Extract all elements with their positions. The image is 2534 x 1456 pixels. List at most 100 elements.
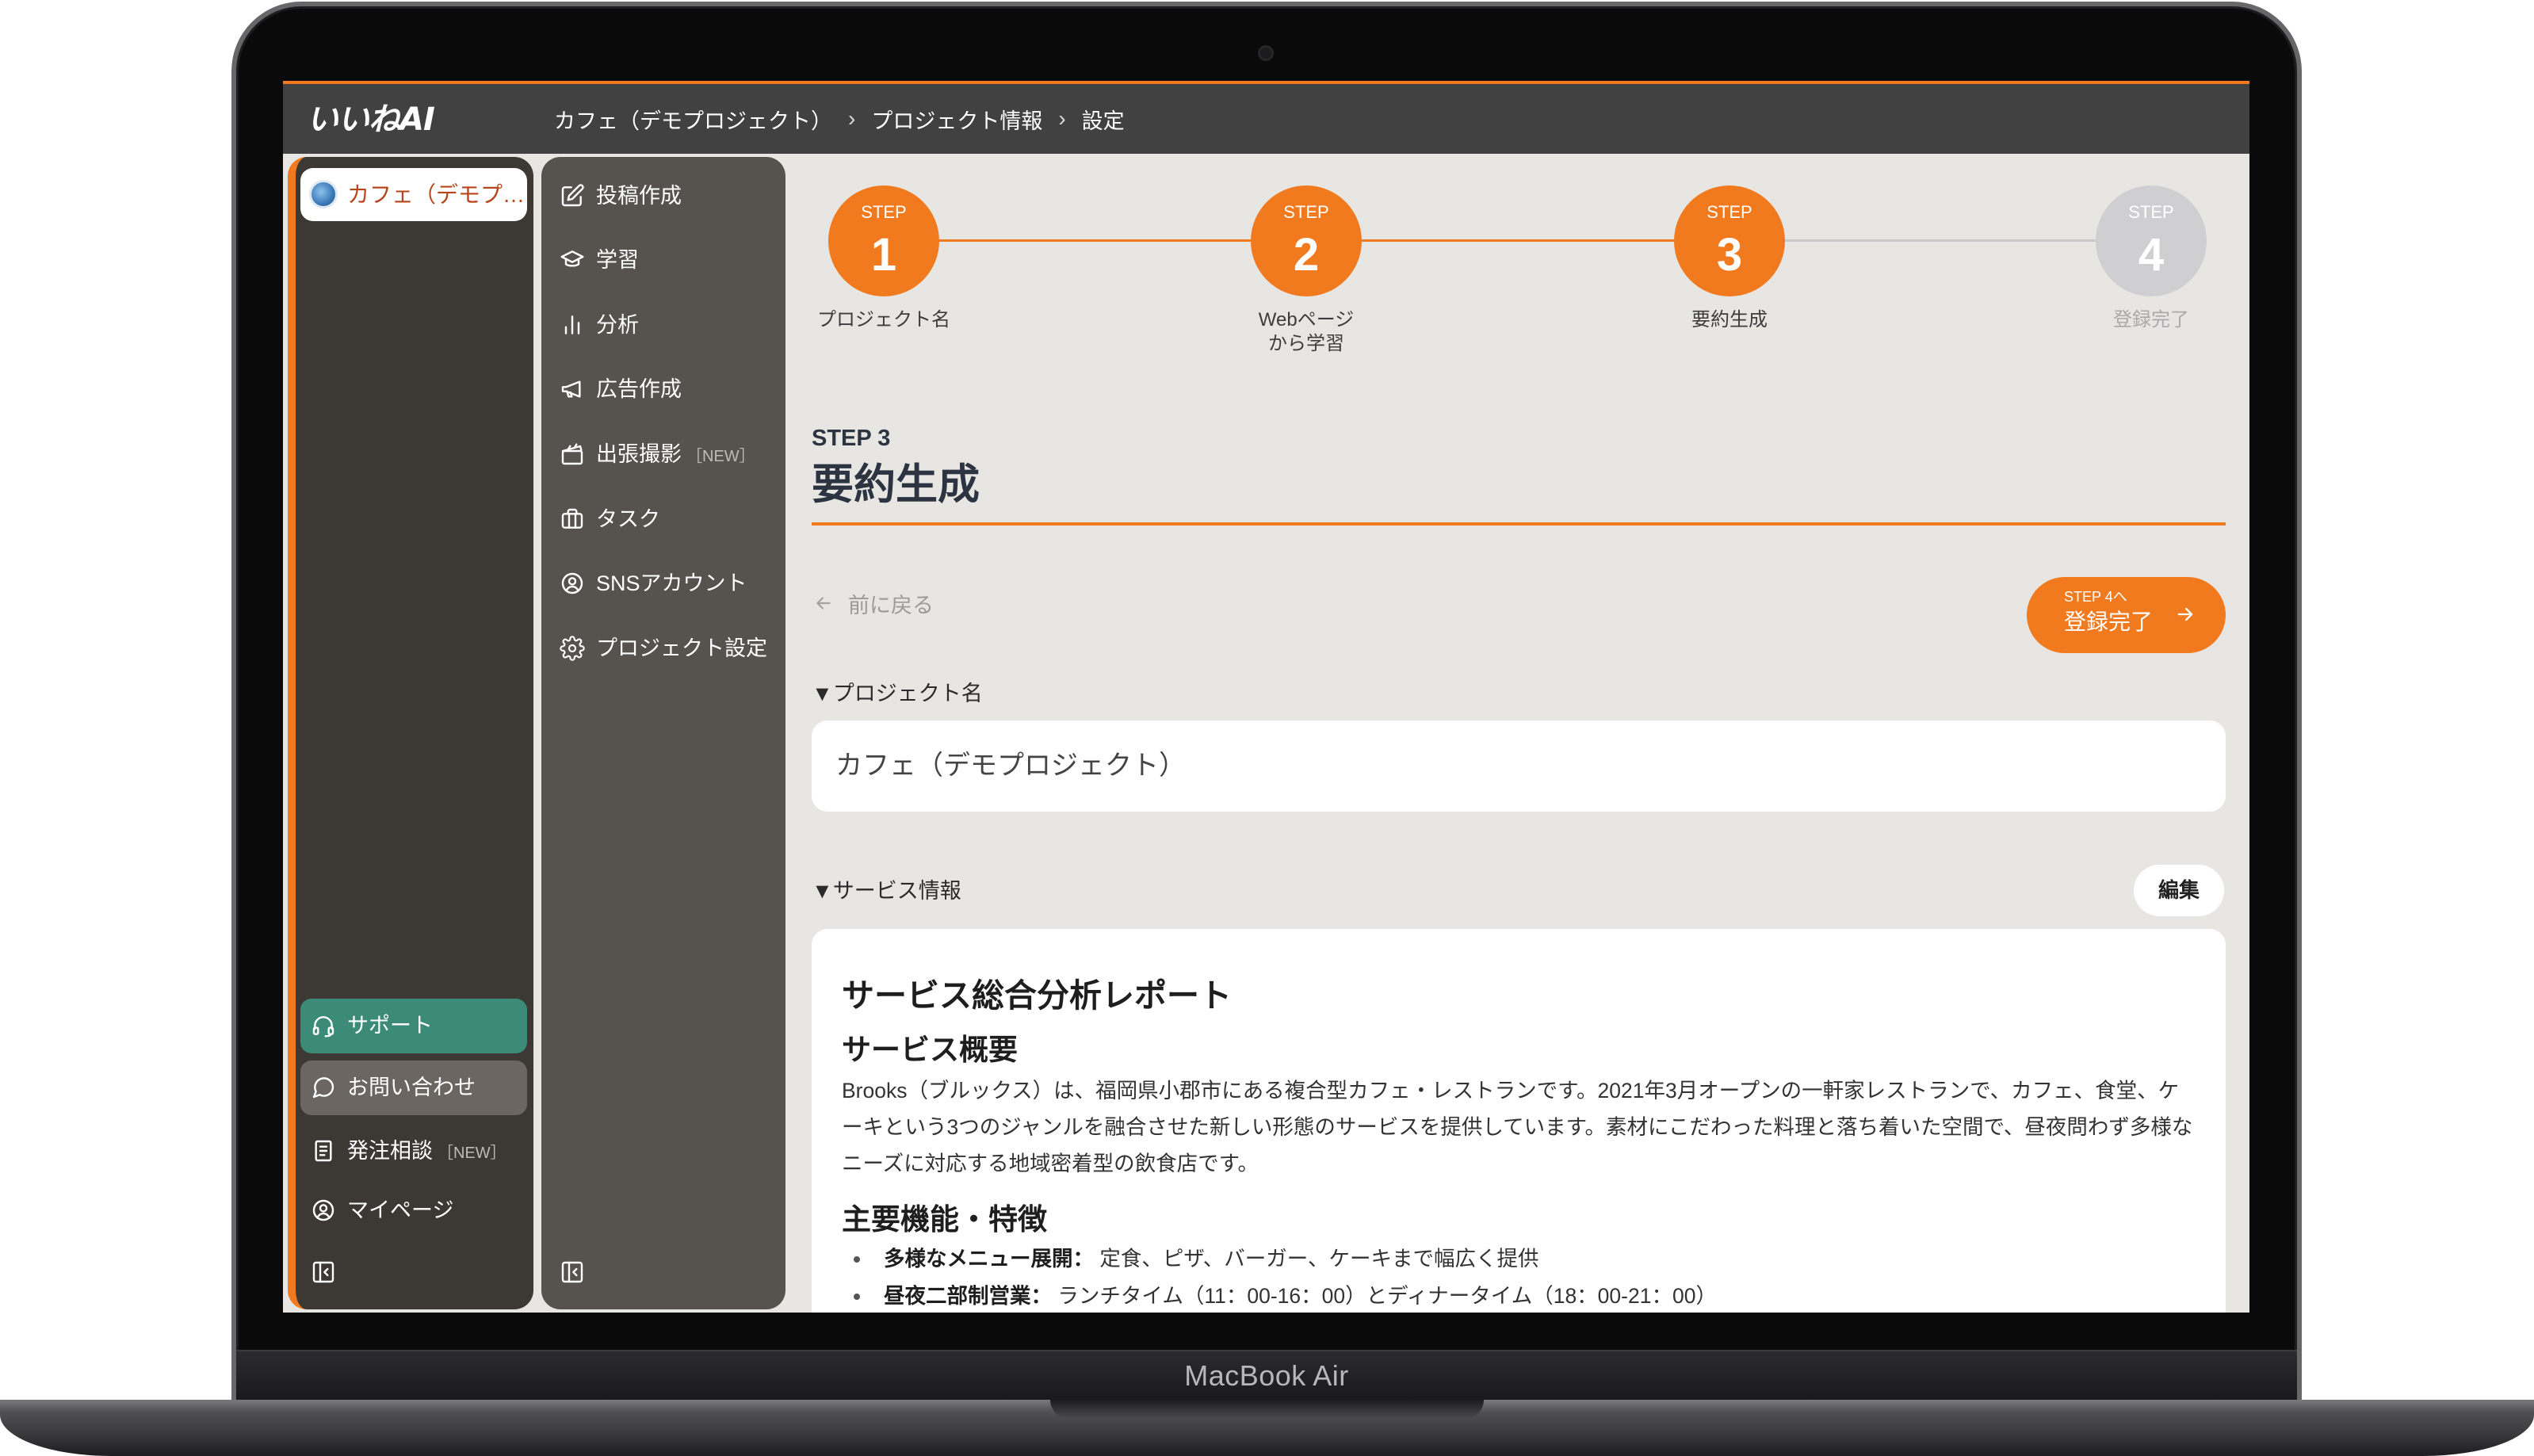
project-avatar <box>309 180 338 208</box>
step-word: STEP <box>2128 202 2174 222</box>
breadcrumb-separator: › <box>1058 106 1066 131</box>
step-caption: STEP 3 <box>812 426 891 451</box>
sidebar-item-learning[interactable]: 学習 <box>541 236 785 284</box>
breadcrumb-project-info[interactable]: プロジェクト情報 <box>871 104 1042 135</box>
megaphone-icon <box>561 380 581 398</box>
back-button-label: 前に戻る <box>848 593 934 617</box>
step-number: 4 <box>2138 229 2165 281</box>
step-connector-upcoming <box>1785 239 2096 242</box>
sidebar-item-inquiry[interactable]: お問い合わせ <box>300 1060 527 1115</box>
step-word: STEP <box>1707 202 1752 222</box>
feature-term: 昼夜二部制営業： <box>884 1284 1052 1308</box>
edit-button[interactable]: 編集 <box>2134 865 2224 916</box>
device-label: MacBook Air <box>1184 1359 1349 1392</box>
chat-bubble-icon <box>312 1077 334 1099</box>
sidebar-item-label: お問い合わせ <box>347 1076 476 1099</box>
breadcrumb-project[interactable]: カフェ（デモプロジェクト） <box>554 104 832 135</box>
arrow-right-icon <box>2177 607 2193 621</box>
sidebar-item-label: 広告作成 <box>596 377 682 401</box>
app-logo[interactable]: いいねAI <box>307 97 435 138</box>
user-circle-icon <box>561 572 583 594</box>
bullet-dot <box>854 1294 860 1300</box>
topbar: いいねAI カフェ（デモプロジェクト） › プロジェクト情報 › 設定 <box>283 84 2249 154</box>
collapse-sidebar-icon[interactable] <box>560 1259 585 1285</box>
bullet-dot <box>854 1256 860 1263</box>
sidebar-item-label: サポート <box>347 1014 433 1038</box>
features-heading: 主要機能・特徴 <box>842 1203 1047 1236</box>
new-badge: ［NEW］ <box>686 448 755 465</box>
overview-heading: サービス概要 <box>842 1034 1018 1066</box>
step-4-label: 登録完了 <box>2113 309 2189 331</box>
sidebar-item-tasks[interactable]: タスク <box>541 495 785 543</box>
sidebar-item-label: プロジェクト設定 <box>596 636 767 660</box>
sidebar-item-label: マイページ <box>347 1198 454 1222</box>
sidebar-item-ad-creation[interactable]: 広告作成 <box>541 365 785 413</box>
briefcase-icon <box>561 508 583 529</box>
service-info-heading[interactable]: ▼サービス情報 <box>812 877 961 904</box>
sidebar-item-label: タスク <box>596 507 660 531</box>
step-2-circle: STEP 2 <box>1251 185 1362 296</box>
feature-term: 多様なメニュー展開： <box>884 1247 1094 1271</box>
sidebar-item-label: 学習 <box>596 248 639 272</box>
collapse-sidebar-icon[interactable] <box>311 1259 336 1285</box>
back-button[interactable]: 前に戻る <box>813 590 934 617</box>
project-name-heading[interactable]: ▼プロジェクト名 <box>812 680 983 707</box>
new-badge: ［NEW］ <box>438 1145 506 1162</box>
sidebar-item-order-consultation[interactable]: 発注相談 ［NEW］ <box>300 1124 527 1179</box>
step-connector-completed <box>939 239 1251 242</box>
service-report-card: サービス総合分析レポート サービス概要 Brooks（ブルックス）は、福岡県小郡… <box>812 929 2226 1313</box>
arrow-left-icon <box>816 597 831 610</box>
title-underline <box>812 522 2226 525</box>
step-number: 2 <box>1293 229 1320 281</box>
breadcrumb-settings: 設定 <box>1081 109 1125 133</box>
step-word: STEP <box>1283 202 1329 222</box>
sidebar-item-label: 分析 <box>596 313 639 337</box>
step-connector-completed <box>1362 239 1674 242</box>
edit-icon <box>561 184 584 207</box>
sidebar-item-create-post[interactable]: 投稿作成 <box>541 172 785 220</box>
gear-icon <box>560 636 585 661</box>
next-step-sublabel: STEP 4へ <box>2064 589 2127 605</box>
app-screen: いいねAI カフェ（デモプロジェクト） › プロジェクト情報 › 設定 カフェ（… <box>283 81 2249 1313</box>
feature-item: 多様なメニュー展開： 定食、ピザ、バーガー、ケーキまで幅広く提供 <box>812 1240 2226 1278</box>
clapperboard-icon <box>561 443 583 465</box>
sidebar-item-photo-shoot[interactable]: 出張撮影 ［NEW］ <box>541 430 785 478</box>
headset-icon <box>312 1016 334 1038</box>
report-title: サービス総合分析レポート <box>842 977 1232 1014</box>
step-number: 1 <box>870 229 897 281</box>
page-title: 要約生成 <box>812 461 980 508</box>
feature-item: 昼夜二部制営業： ランチタイム（11：00-16：00）とディナータイム（18：… <box>812 1278 2226 1313</box>
bar-chart-icon <box>564 315 580 334</box>
sidebar-item-text: 出張撮影 <box>596 442 682 466</box>
next-step-button[interactable]: STEP 4へ 登録完了 <box>2027 577 2226 653</box>
laptop-hinge-notch <box>1050 1400 1484 1419</box>
sidebar-item-mypage[interactable]: マイページ <box>300 1183 527 1238</box>
feature-desc: 定食、ピザ、バーガー、ケーキまで幅広く提供 <box>1094 1247 1539 1271</box>
sidebar-item-sns-accounts[interactable]: SNSアカウント <box>541 560 785 607</box>
breadcrumb: カフェ（デモプロジェクト） › プロジェクト情報 › 設定 <box>554 84 1125 154</box>
step-3-label: 要約生成 <box>1691 309 1768 331</box>
user-circle-icon <box>312 1199 334 1221</box>
sidebar-item-label: SNSアカウント <box>596 571 747 595</box>
step-1-label: プロジェクト名 <box>817 309 950 331</box>
step-1-circle: STEP 1 <box>828 185 939 296</box>
graduation-cap-icon <box>560 250 584 267</box>
sidebar-item-label: 投稿作成 <box>596 184 682 208</box>
project-name-value: カフェ（デモプロジェクト） <box>835 751 1186 781</box>
sidebar-item-text: 発注相談 <box>347 1139 433 1163</box>
sidebar-item-analytics[interactable]: 分析 <box>541 301 785 349</box>
sidebar-item-support[interactable]: サポート <box>300 999 527 1053</box>
feature-text: 昼夜二部制営業： ランチタイム（11：00-16：00）とディナータイム（18：… <box>884 1278 1717 1313</box>
overview-text: Brooks（ブルックス）は、福岡県小郡市にある複合型カフェ・レストランです。2… <box>842 1079 2193 1175</box>
project-name-field: カフェ（デモプロジェクト） <box>812 720 2226 812</box>
sidebar-item-project-settings[interactable]: プロジェクト設定 <box>541 625 785 672</box>
step-number: 3 <box>1716 229 1743 281</box>
sidebar-item-label: 出張撮影 ［NEW］ <box>596 430 755 478</box>
document-icon <box>315 1140 332 1162</box>
step-4-circle: STEP 4 <box>2096 185 2207 296</box>
secondary-sidebar: 投稿作成 学習 分析 広告作成 出張撮影 ［NEW］ タスク SNSアカウント … <box>541 157 785 1309</box>
project-switcher[interactable]: カフェ（デモプ… <box>300 168 527 221</box>
step-2-label: Webページ から学習 <box>1258 309 1355 354</box>
laptop-chin: MacBook Air <box>236 1350 2297 1400</box>
primary-sidebar: カフェ（デモプ… サポート お問い合わせ 発注相談 ［NEW］ マイページ <box>288 157 533 1309</box>
